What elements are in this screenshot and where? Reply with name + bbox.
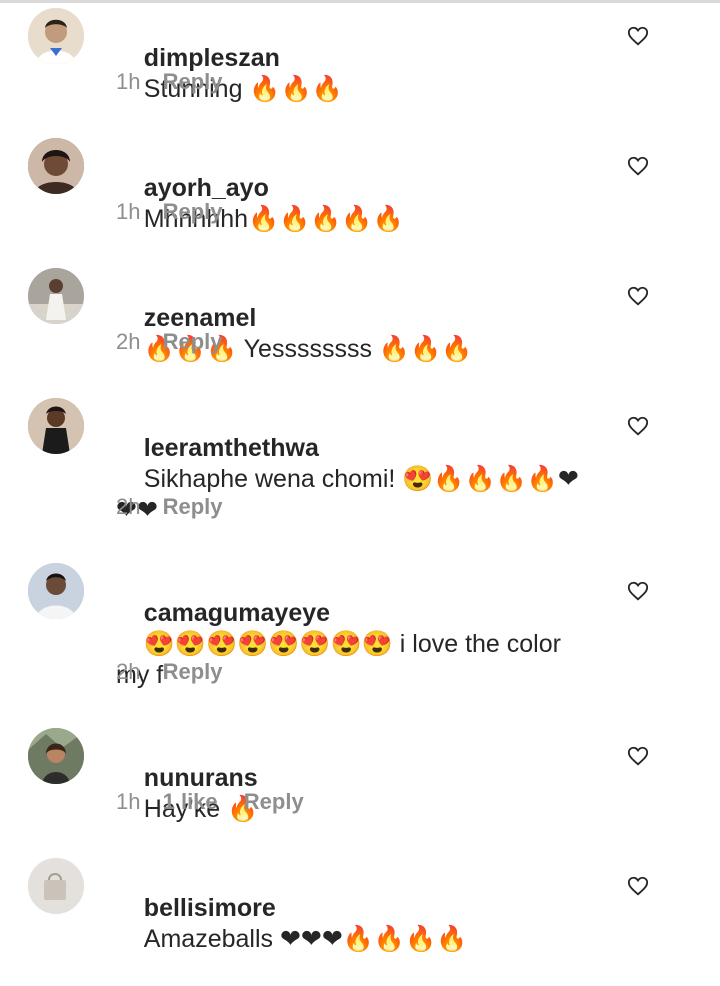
comment-time: 1h	[116, 69, 141, 94]
comment-username[interactable]: camagumayeye	[144, 599, 330, 627]
comment-time: 1h	[116, 789, 141, 814]
reply-button[interactable]: Reply	[163, 69, 223, 94]
comment-meta: 1h Reply	[116, 198, 223, 226]
comment-text: leeramthethwa Sikhaphe wena chomi! 😍🔥🔥🔥🔥…	[116, 402, 586, 557]
comment-time: 2h	[116, 494, 141, 519]
comment-likes[interactable]: 1 like	[163, 789, 218, 814]
comment-item: dimpleszan Stunning 🔥🔥🔥 1h Reply	[0, 8, 720, 128]
comment-username[interactable]: bellisimore	[144, 894, 276, 922]
heart-outline-icon[interactable]	[627, 745, 649, 767]
user-avatar-icon	[28, 8, 84, 64]
comment-text: camagumayeye 😍😍😍😍😍😍😍😍 i love the color m…	[116, 567, 586, 722]
comment-body: Amazeballs ❤❤❤🔥🔥🔥🔥	[143, 925, 468, 953]
comment-item: leeramthethwa Sikhaphe wena chomi! 😍🔥🔥🔥🔥…	[0, 398, 720, 558]
heart-outline-icon[interactable]	[627, 875, 649, 897]
reply-button[interactable]: Reply	[244, 789, 304, 814]
avatar[interactable]	[28, 858, 84, 914]
comment-username[interactable]: leeramthethwa	[144, 434, 319, 462]
user-avatar-icon	[28, 563, 84, 619]
avatar[interactable]	[28, 138, 84, 194]
heart-outline-icon[interactable]	[627, 415, 649, 437]
user-avatar-icon	[28, 398, 84, 454]
comment-meta: 2h Reply	[116, 658, 223, 686]
heart-outline-icon[interactable]	[627, 155, 649, 177]
heart-outline-icon[interactable]	[627, 580, 649, 602]
avatar[interactable]	[28, 563, 84, 619]
user-avatar-icon	[28, 268, 84, 324]
reply-button[interactable]: Reply	[163, 659, 223, 684]
comment-time: 2h	[116, 329, 141, 354]
comment-meta: 1h 1 like Reply	[116, 788, 304, 816]
heart-outline-icon[interactable]	[627, 25, 649, 47]
avatar[interactable]	[28, 398, 84, 454]
top-divider	[0, 0, 720, 3]
comment-time: 1h	[116, 199, 141, 224]
comment-item: zeenamel 🔥🔥🔥 Yessssssss 🔥🔥🔥 2h Reply	[0, 268, 720, 388]
reply-button[interactable]: Reply	[163, 329, 223, 354]
avatar[interactable]	[28, 268, 84, 324]
reply-button[interactable]: Reply	[163, 199, 223, 224]
reply-button[interactable]: Reply	[163, 494, 223, 519]
comment-text: bellisimore Amazeballs ❤❤❤🔥🔥🔥🔥	[116, 862, 586, 986]
user-avatar-icon	[28, 138, 84, 194]
comment-meta: 1h Reply	[116, 68, 223, 96]
comment-item: camagumayeye 😍😍😍😍😍😍😍😍 i love the color m…	[0, 563, 720, 723]
comment-item: ayorh_ayo Mhhhhhh🔥🔥🔥🔥🔥 1h Reply	[0, 138, 720, 258]
avatar[interactable]	[28, 8, 84, 64]
user-avatar-icon	[28, 728, 84, 784]
comment-time: 2h	[116, 659, 141, 684]
comment-item: nunurans Hay’ke 🔥 1h 1 like Reply	[0, 728, 720, 848]
user-avatar-icon	[28, 858, 84, 914]
heart-outline-icon[interactable]	[627, 285, 649, 307]
avatar[interactable]	[28, 728, 84, 784]
comment-meta: 2h Reply	[116, 328, 223, 356]
comment-item: bellisimore Amazeballs ❤❤❤🔥🔥🔥🔥	[0, 858, 720, 953]
comment-meta: 2h Reply	[116, 493, 223, 521]
